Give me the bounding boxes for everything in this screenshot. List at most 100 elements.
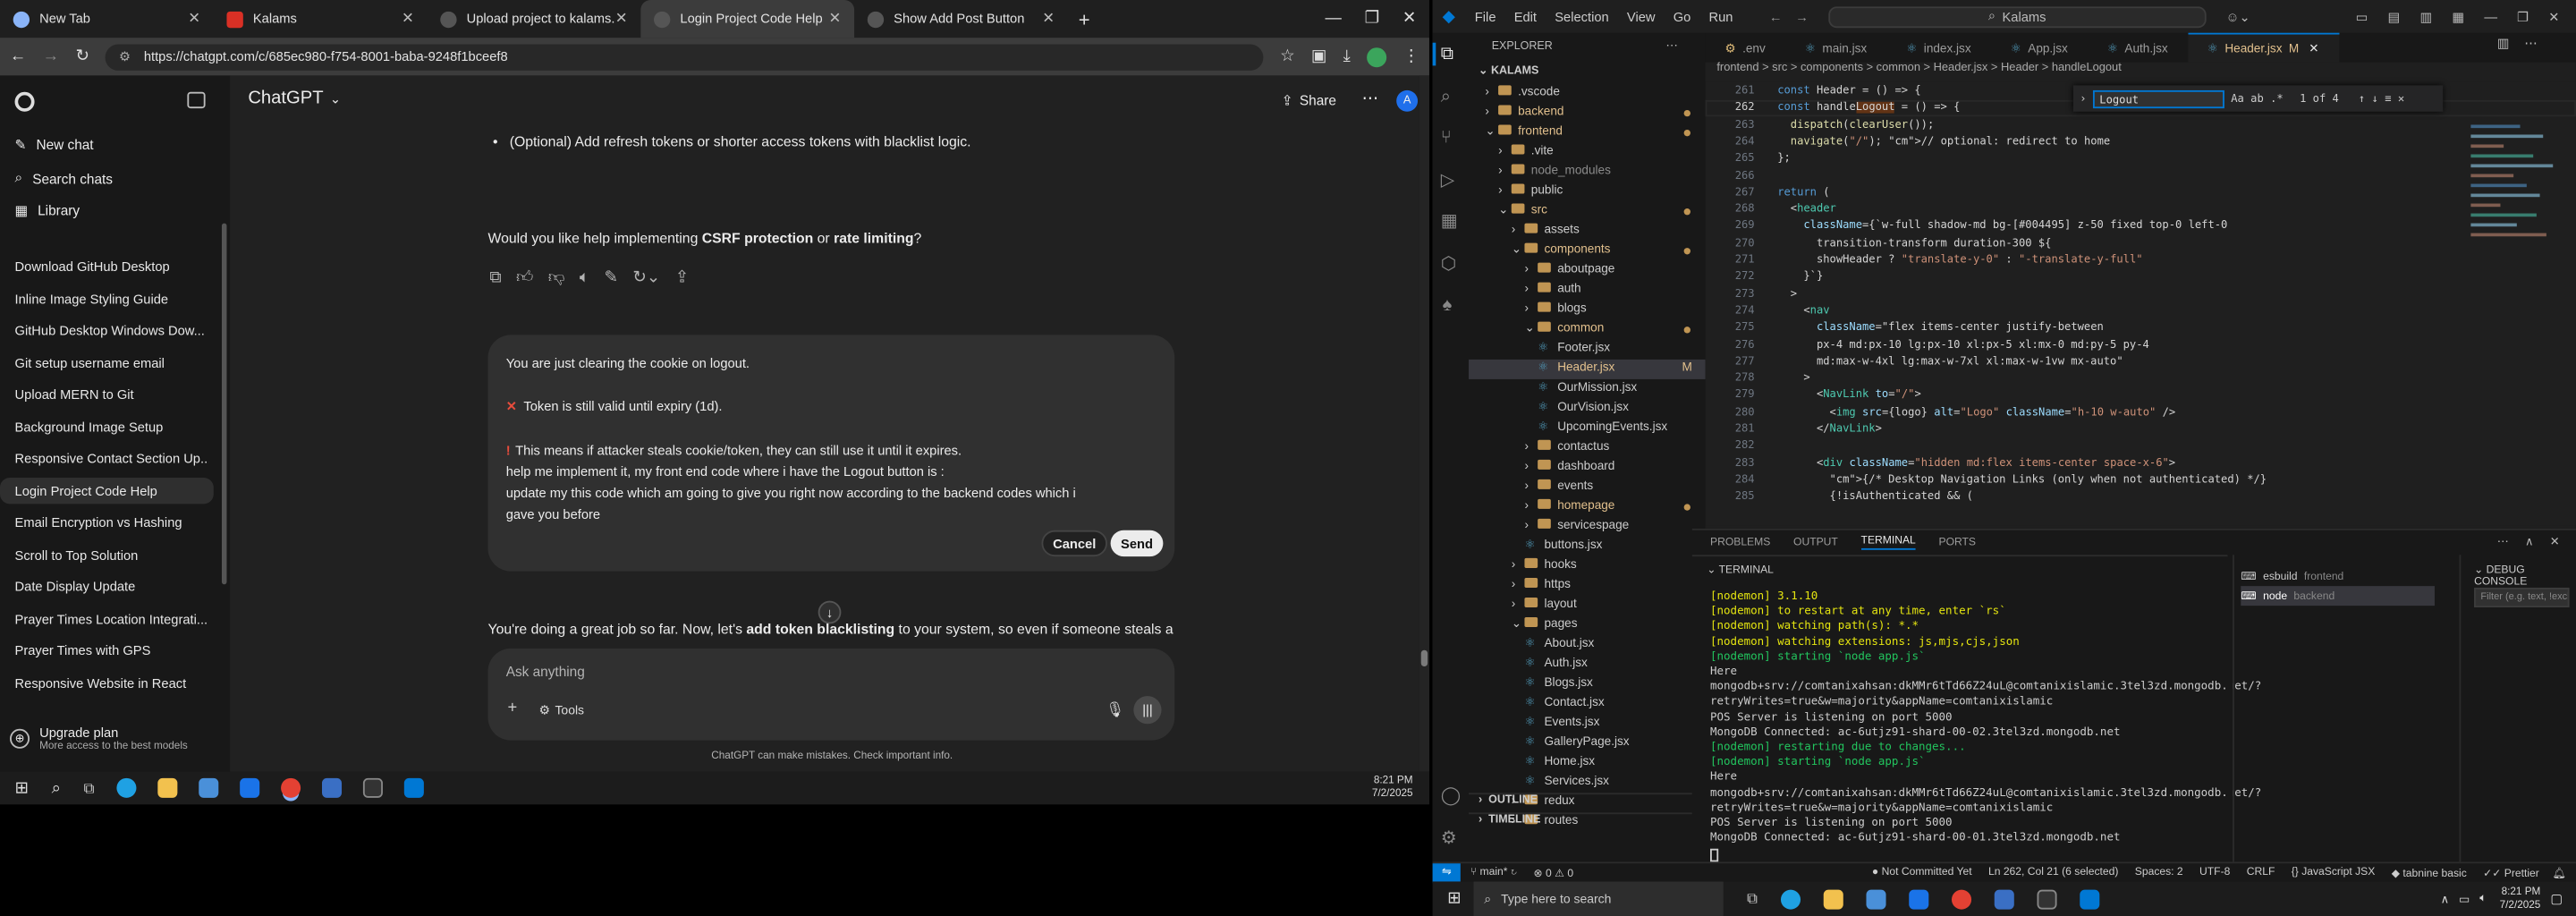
regenerate-icon[interactable]: ↻⌄	[632, 268, 660, 286]
menu-file[interactable]: File	[1475, 9, 1496, 24]
minimize-icon[interactable]: —	[1326, 10, 1342, 28]
chrome-taskbar-icon[interactable]	[281, 777, 301, 798]
minimap[interactable]	[2470, 118, 2563, 381]
panel-tab-terminal[interactable]: TERMINAL	[1860, 535, 1916, 550]
network-icon[interactable]: ▭	[2459, 892, 2470, 905]
tree-item[interactable]: ⚛ Services.jsx	[1469, 773, 1705, 793]
edit-canvas-icon[interactable]: ✎	[604, 268, 617, 286]
store-icon[interactable]	[199, 777, 220, 798]
terminal-tab-node[interactable]: ⌨ node backend	[2241, 586, 2435, 606]
sidebar-chat-item[interactable]: Download GitHub Desktop	[15, 259, 209, 275]
close-tab-icon[interactable]: ✕	[1042, 10, 1055, 28]
toggle-panel-icon[interactable]: ▤	[2388, 9, 2401, 24]
next-match-icon[interactable]: ↓	[2372, 92, 2378, 106]
forward-icon[interactable]: →	[1795, 9, 1809, 24]
model-selector[interactable]: ChatGPT ⌄	[248, 89, 341, 108]
tree-item[interactable]: ⚛ Auth.jsx	[1469, 655, 1705, 674]
editor-tab[interactable]: ⚛ Header.jsx M ✕	[2187, 32, 2339, 63]
task-view-icon[interactable]: ⧉	[84, 779, 95, 797]
copy-icon[interactable]: ⧉	[489, 268, 501, 286]
profile-avatar[interactable]	[1367, 47, 1387, 67]
notifications-icon[interactable]: 🔔︎	[2553, 866, 2566, 879]
tree-item[interactable]: › https	[1469, 576, 1705, 596]
close-panel-icon[interactable]: ✕	[2550, 535, 2560, 548]
mail-icon[interactable]	[240, 777, 261, 798]
browser-tab-kalams[interactable]: Kalams ✕	[214, 0, 428, 38]
sidebar-chat-item[interactable]: GitHub Desktop Windows Dow...	[15, 324, 209, 339]
clock[interactable]: 8:21 PM 7/2/2025	[2500, 886, 2541, 912]
prompt-box[interactable]: Ask anything + ⚙ Tools 🎙︎ |||	[487, 648, 1175, 741]
edge-icon[interactable]	[1780, 888, 1801, 909]
sidebar-chat-item[interactable]: Prayer Times with GPS	[15, 643, 209, 658]
close-tab-icon[interactable]: ✕	[615, 10, 628, 28]
terminal-view[interactable]: ⌄ TERMINAL [nodemon] 3.1.10 [nodemon] to …	[1691, 555, 2261, 863]
reload-icon[interactable]: ↻	[75, 47, 89, 65]
prettier-status[interactable]: ✓✓ Prettier	[2483, 866, 2539, 879]
site-info-icon[interactable]: ⚙	[119, 49, 131, 64]
tabnine-status[interactable]: ◆ tabnine basic	[2392, 866, 2467, 879]
find-menu-icon[interactable]: ≡	[2385, 92, 2391, 106]
tree-item[interactable]: › events	[1469, 478, 1705, 497]
terminal-icon[interactable]	[2037, 888, 2057, 909]
tree-item[interactable]: › hooks	[1469, 556, 1705, 576]
voice-mode-icon[interactable]: |||	[1133, 696, 1162, 725]
cursor-position[interactable]: Ln 262, Col 21 (6 selected)	[1988, 867, 2118, 878]
branch-status[interactable]: ⑂ main* ↻	[1470, 867, 1517, 878]
more-options-icon[interactable]: ⋯	[1362, 90, 1378, 108]
notification-center-icon[interactable]: ▢	[2550, 891, 2563, 906]
explorer-icon[interactable]: ⧉	[1441, 45, 1453, 66]
browser-tab-show-add-post[interactable]: Show Add Post Button ✕	[854, 0, 1068, 38]
tree-item[interactable]: › public	[1469, 182, 1705, 202]
chat-scrollbar-track[interactable]	[1419, 75, 1429, 772]
mail-icon[interactable]	[1908, 888, 1928, 909]
tree-item[interactable]: ⚛ GalleryPage.jsx	[1469, 734, 1705, 753]
maximize-panel-icon[interactable]: ∧	[2525, 535, 2533, 548]
vscode-taskbar-icon[interactable]	[404, 777, 425, 798]
mongodb-icon[interactable]: ♠	[1443, 295, 1453, 315]
file-explorer-icon[interactable]	[158, 777, 179, 798]
browser-tab-login-project[interactable]: Login Project Code Help ✕	[640, 0, 855, 38]
copilot-icon[interactable]: ☺⌄	[2225, 9, 2250, 24]
previous-match-icon[interactable]: ↑	[2359, 92, 2365, 106]
menu-run[interactable]: Run	[1709, 9, 1733, 24]
tree-item[interactable]: ⚛ Footer.jsx	[1469, 340, 1705, 360]
toggle-replace-icon[interactable]: ›	[2080, 92, 2086, 106]
tree-item[interactable]: › blogs	[1469, 301, 1705, 320]
outline-section[interactable]: › OUTLINE	[1469, 793, 1706, 812]
chat-scrollbar-thumb[interactable]	[1420, 649, 1428, 667]
tree-item[interactable]: ⌄ components	[1469, 242, 1705, 261]
timeline-section[interactable]: › TIMELINE	[1469, 812, 1706, 832]
forward-icon[interactable]: →	[43, 47, 59, 65]
blame-status[interactable]: ● Not Committed Yet	[1872, 867, 1972, 878]
search-icon[interactable]: ⌕	[1441, 87, 1451, 108]
tree-item[interactable]: ⚛ Home.jsx	[1469, 753, 1705, 773]
tree-item[interactable]: › servicespage	[1469, 517, 1705, 537]
maximize-icon[interactable]: ❐	[1365, 10, 1379, 28]
debug-filter-input[interactable]: Filter (e.g. text, !exclude, \escape)	[2474, 587, 2570, 607]
tools-button[interactable]: ⚙ Tools	[538, 702, 584, 717]
user-avatar[interactable]: A	[1396, 89, 1419, 112]
eol-status[interactable]: CRLF	[2247, 867, 2275, 878]
new-chat-button[interactable]: ✎ New chat	[15, 136, 94, 152]
app-icon[interactable]	[322, 777, 343, 798]
tree-item[interactable]: ⚛ Blogs.jsx	[1469, 674, 1705, 694]
thumbs-up-icon[interactable]: 👍︎	[516, 267, 533, 287]
layout-icon[interactable]: ▭	[2356, 9, 2368, 24]
taskbar-search-box[interactable]: ⌕ Type here to search	[1474, 881, 1724, 916]
thumbs-down-icon[interactable]: 👎︎	[548, 267, 565, 287]
sidebar-chat-item[interactable]: Scroll to Top Solution	[15, 547, 209, 563]
volume-icon[interactable]: 🔈︎	[2479, 892, 2487, 905]
editor-tab[interactable]: ⚛ App.jsx	[1991, 33, 2088, 63]
tree-item[interactable]: ⚛ About.jsx	[1469, 635, 1705, 655]
customize-layout-icon[interactable]: ▦	[2452, 9, 2464, 24]
editor-tab[interactable]: ⚛ Auth.jsx	[2088, 33, 2188, 63]
browser-tab-upload[interactable]: Upload project to kalams.org✕	[428, 0, 641, 38]
menu-selection[interactable]: Selection	[1555, 9, 1608, 24]
tree-item[interactable]: › aboutpage	[1469, 261, 1705, 281]
maximize-icon[interactable]: ❐	[2517, 9, 2529, 24]
panel-tab-problems[interactable]: PROBLEMS	[1710, 537, 1770, 548]
sidebar-chat-item[interactable]: Inline Image Styling Guide	[15, 292, 209, 307]
download-icon[interactable]: ⤓	[1343, 47, 1351, 65]
tree-item[interactable]: › dashboard	[1469, 458, 1705, 478]
minimize-icon[interactable]: —	[2484, 9, 2497, 24]
